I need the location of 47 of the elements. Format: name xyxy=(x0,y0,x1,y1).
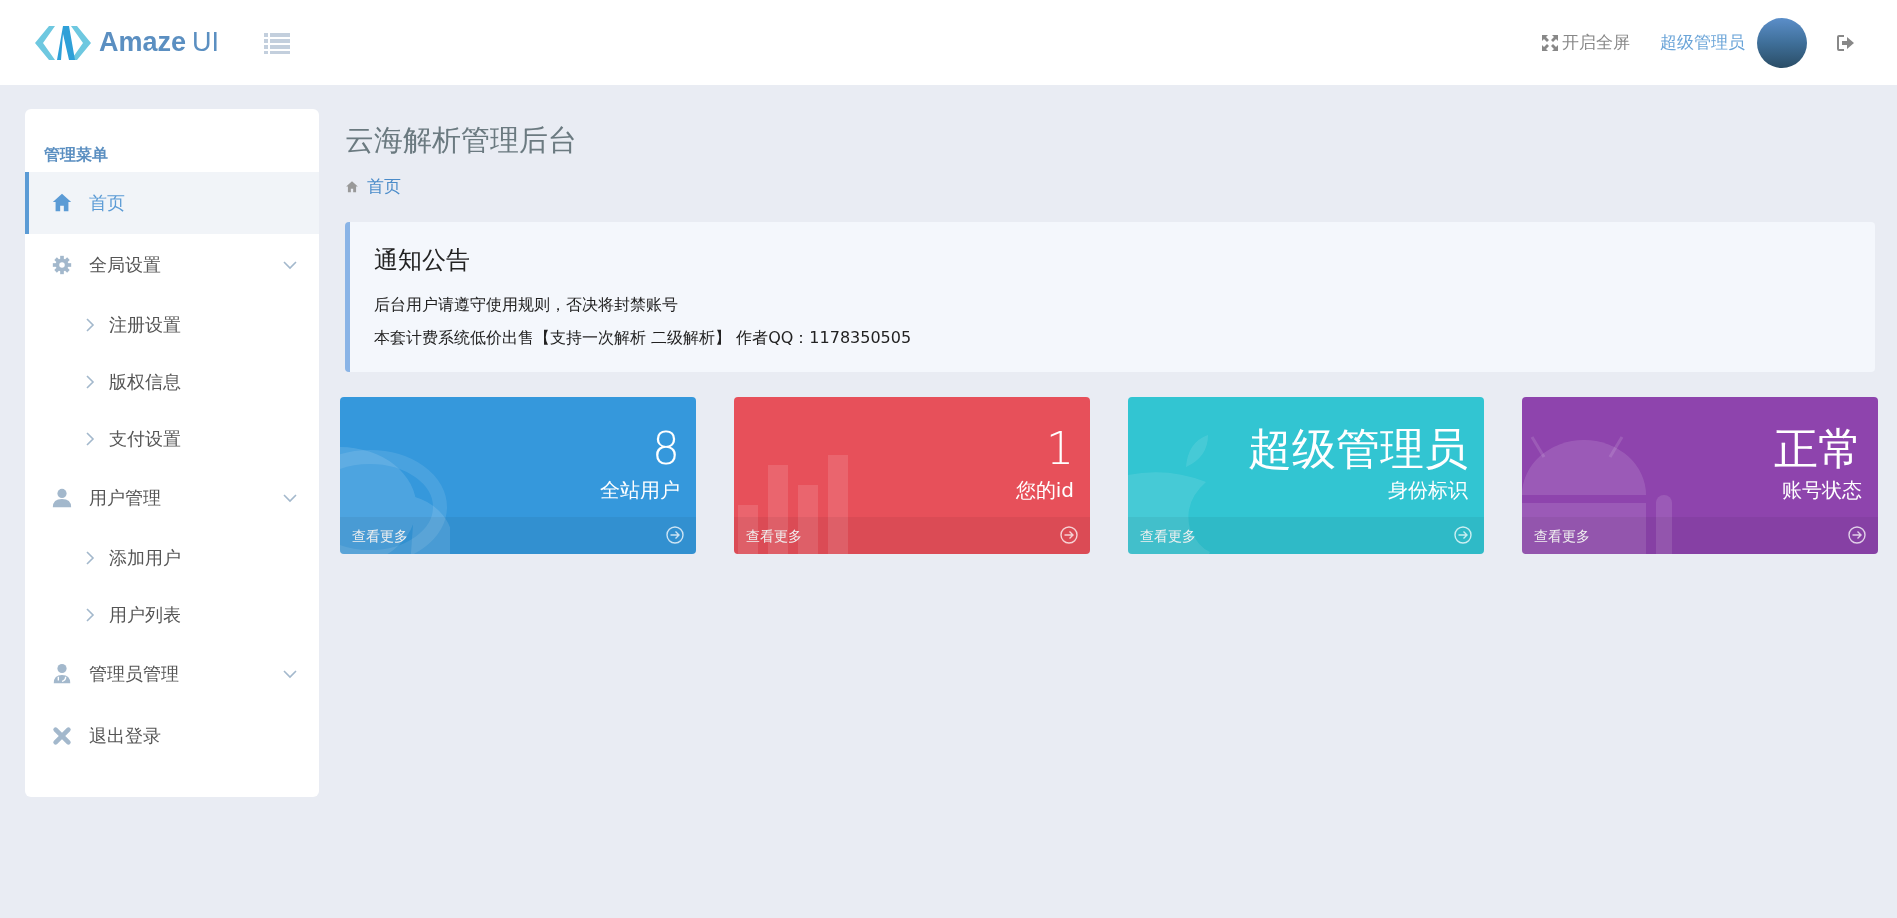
stat-value: 1 xyxy=(1046,425,1074,473)
chevron-icon xyxy=(85,549,95,566)
home-icon xyxy=(345,179,359,194)
stat-value: 正常 xyxy=(1774,425,1862,473)
menu-icon[interactable] xyxy=(264,31,291,54)
gear-icon xyxy=(51,254,73,276)
fullscreen-button[interactable]: 开启全屏 xyxy=(1542,31,1630,54)
stat-label: 账号状态 xyxy=(1782,477,1862,504)
chevron-icon xyxy=(85,316,95,333)
sidebar-subitem[interactable]: 支付设置 xyxy=(25,410,319,467)
home-icon xyxy=(51,192,73,214)
logout-icon[interactable] xyxy=(1837,34,1855,51)
notice-text: 本套计费系统低价出售【支持一次解析 二级解析】 作者QQ：1178350505 xyxy=(374,327,913,349)
arrow-right-icon[interactable] xyxy=(1060,526,1078,544)
avatar[interactable] xyxy=(1757,17,1807,68)
stat-value: 超级管理员 xyxy=(1248,425,1468,473)
arrow-right-icon[interactable] xyxy=(1848,526,1866,544)
notice-text: 后台用户请遵守使用规则，否决将封禁账号 xyxy=(374,294,679,316)
fullscreen-icon xyxy=(1542,34,1558,51)
chevron-icon xyxy=(85,606,95,623)
sidebar-subitem[interactable]: 添加用户 xyxy=(25,529,319,586)
more-link[interactable]: 查看更多 xyxy=(746,528,802,546)
sidebar-subitem[interactable]: 版权信息 xyxy=(25,353,319,410)
sidebar-item[interactable]: 用户管理 xyxy=(25,467,319,529)
stat-label: 身份标识 xyxy=(1388,477,1468,504)
sidebar-subitem[interactable]: 用户列表 xyxy=(25,586,319,643)
more-link[interactable]: 查看更多 xyxy=(1534,528,1590,546)
arrow-right-icon[interactable] xyxy=(666,526,684,544)
chevron-icon xyxy=(85,430,95,447)
chevron-icon xyxy=(85,373,95,390)
logo-icon xyxy=(35,25,91,60)
sidebar-title: 管理菜单 xyxy=(43,145,109,166)
logo-text: UI xyxy=(192,27,220,58)
stat-label: 您的id xyxy=(1015,477,1074,504)
arrow-right-icon[interactable] xyxy=(1454,526,1472,544)
user-icon xyxy=(51,663,73,685)
stat-value: 8 xyxy=(652,425,680,473)
logo-text: Amaze xyxy=(99,27,187,58)
sidebar-item[interactable]: 管理员管理 xyxy=(25,643,319,705)
close-icon xyxy=(51,725,73,747)
sidebar-item[interactable]: 全局设置 xyxy=(25,234,319,296)
stat-label: 全站用户 xyxy=(600,477,680,504)
user-icon xyxy=(51,487,73,509)
page-title: 云海解析管理后台 xyxy=(345,122,578,159)
notice-title: 通知公告 xyxy=(374,245,471,276)
sidebar-item[interactable]: 退出登录 xyxy=(25,705,319,767)
sidebar-subitem[interactable]: 注册设置 xyxy=(25,296,319,353)
